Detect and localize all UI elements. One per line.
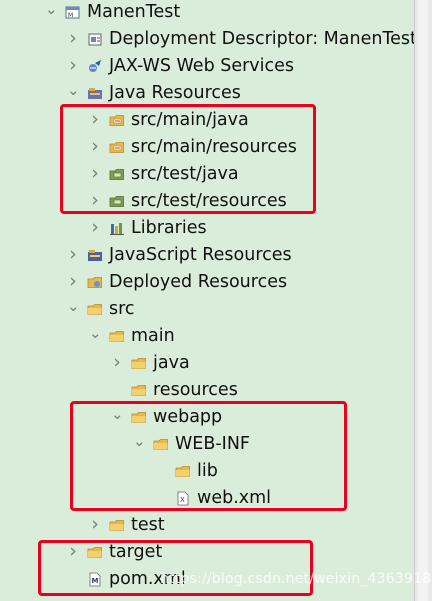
collapsed-arrow-icon[interactable]: › (67, 53, 79, 80)
tree-item-label: webapp (153, 407, 223, 427)
tree-item-label: Deployed Resources (109, 272, 288, 292)
tree-item-label: resources (153, 380, 238, 400)
collapsed-arrow-icon[interactable]: › (67, 269, 79, 296)
test-source-folder-icon (109, 167, 125, 182)
collapsed-arrow-icon[interactable]: › (89, 161, 101, 188)
tree-item-label: src/main/java (131, 110, 249, 130)
folder-icon (109, 329, 125, 344)
expanded-arrow-icon[interactable]: ⌄ (111, 404, 124, 431)
collapsed-arrow-icon[interactable]: › (67, 242, 79, 269)
tree-item-label: test (131, 515, 165, 535)
collapsed-arrow-icon[interactable]: › (67, 539, 79, 566)
watermark: https://blog.csdn.net/weixin_4363918 (160, 571, 432, 587)
tree-item-deployed-resources[interactable]: › Deployed Resources (0, 269, 414, 296)
tree-item-label: Libraries (131, 218, 207, 238)
svg-text:M: M (92, 577, 99, 585)
tree-item-label: JAX-WS Web Services (109, 56, 295, 76)
collapsed-arrow-icon[interactable]: › (89, 188, 101, 215)
collapsed-arrow-icon[interactable]: › (67, 26, 79, 53)
expanded-arrow-icon[interactable]: ⌄ (67, 80, 80, 107)
tree-item-jax-ws-web-services[interactable]: › JAX-WS Web Services (0, 53, 414, 80)
tree-item-webapp[interactable]: ⌄ webapp (0, 404, 414, 431)
tree-item-label: src/test/resources (131, 191, 287, 211)
maven-pom-file-icon: M (87, 572, 103, 587)
libraries-icon (109, 221, 125, 236)
tree-item-resources[interactable]: resources (0, 377, 414, 404)
folder-icon (109, 518, 125, 533)
tree-item-web-inf[interactable]: ⌄ WEB-INF (0, 431, 414, 458)
tree-item-label: src/test/java (131, 164, 239, 184)
project-explorer-tree: ⌄ M ManenTest › Deployment Descriptor: Manen… (0, 0, 417, 601)
folder-icon (87, 302, 103, 317)
expanded-arrow-icon[interactable]: ⌄ (45, 0, 58, 26)
source-folder-icon (109, 113, 125, 128)
vertical-scrollbar[interactable] (414, 0, 432, 601)
tree-item-label: WEB-INF (175, 434, 250, 454)
expanded-arrow-icon[interactable]: ⌄ (133, 431, 146, 458)
folder-icon (153, 437, 169, 452)
tree-item-label: Java Resources (109, 83, 241, 103)
folder-icon (131, 356, 147, 371)
tree-item-label: JavaScript Resources (109, 245, 292, 265)
deployed-resources-icon (87, 275, 103, 290)
tree-item-libraries[interactable]: › Libraries (0, 215, 414, 242)
tree-item-deployment-descriptor-manentest[interactable]: › Deployment Descriptor: ManenTest (0, 26, 417, 53)
collapsed-arrow-icon[interactable]: › (89, 107, 101, 134)
tree-item-src-test-resources[interactable]: › src/test/resources (0, 188, 414, 215)
tree-item-src-main-java[interactable]: › src/main/java (0, 107, 414, 134)
tree-item-label: target (109, 542, 163, 562)
tree-item-label: lib (197, 461, 218, 481)
tree-item-web-xml[interactable]: Xweb.xml (0, 485, 414, 512)
java-resources-icon (87, 86, 103, 101)
tree-item-src-main-resources[interactable]: › src/main/resources (0, 134, 414, 161)
collapsed-arrow-icon[interactable]: › (89, 134, 101, 161)
tree-item-main[interactable]: ⌄ main (0, 323, 414, 350)
web-services-icon (87, 59, 103, 74)
tree-item-javascript-resources[interactable]: › JavaScript Resources (0, 242, 414, 269)
tree-item-java-resources[interactable]: ⌄ Java Resources (0, 80, 414, 107)
expanded-arrow-icon[interactable]: ⌄ (89, 323, 102, 350)
source-folder-icon (109, 140, 125, 155)
project-icon: M (65, 5, 81, 20)
tree-item-label: web.xml (197, 488, 272, 508)
folder-icon (131, 410, 147, 425)
svg-text:M: M (68, 12, 73, 19)
deployment-descriptor-icon (87, 32, 103, 47)
xml-file-icon: X (175, 491, 191, 506)
collapsed-arrow-icon[interactable]: › (111, 350, 123, 377)
scrollbar-track[interactable] (418, 0, 428, 601)
folder-icon (175, 464, 191, 479)
tree-item-lib[interactable]: lib (0, 458, 414, 485)
svg-text:X: X (180, 496, 185, 504)
tree-item-src[interactable]: ⌄ src (0, 296, 414, 323)
tree-item-src-test-java[interactable]: › src/test/java (0, 161, 414, 188)
tree-item-label: ManenTest (87, 2, 181, 22)
tree-item-manentest[interactable]: ⌄ M ManenTest (0, 0, 414, 26)
expanded-arrow-icon[interactable]: ⌄ (67, 296, 80, 323)
tree-item-label: java (153, 353, 190, 373)
folder-icon (131, 383, 147, 398)
javascript-resources-icon (87, 248, 103, 263)
tree-item-label: src (109, 299, 135, 319)
tree-item-label: main (131, 326, 175, 346)
tree-item-target[interactable]: › target (0, 539, 414, 566)
folder-icon (87, 545, 103, 560)
tree-item-java[interactable]: › java (0, 350, 414, 377)
test-source-folder-icon (109, 194, 125, 209)
tree-item-label: Deployment Descriptor: ManenTest (109, 29, 417, 49)
tree-item-label: src/main/resources (131, 137, 297, 157)
tree-item-test[interactable]: › test (0, 512, 414, 539)
collapsed-arrow-icon[interactable]: › (89, 215, 101, 242)
collapsed-arrow-icon[interactable]: › (89, 512, 101, 539)
